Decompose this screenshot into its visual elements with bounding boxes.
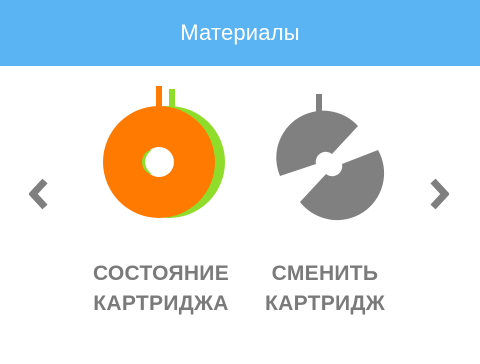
chevron-right-icon	[430, 178, 449, 210]
cartridge-status-label-line1: СОСТОЯНИЕ	[92, 262, 230, 285]
change-cartridge-label-line1: СМЕНИТЬ	[271, 262, 379, 285]
header-bar: Материалы	[0, 0, 480, 66]
cartridge-status-icon	[103, 86, 225, 218]
cartridge-status-label-line2: КАРТРИДЖА	[93, 292, 229, 315]
prev-page-button[interactable]	[26, 168, 52, 220]
page-title: Материалы	[180, 20, 300, 45]
chevron-left-icon	[29, 178, 48, 210]
change-cartridge-label: СМЕНИТЬ КАРТРИДЖ	[230, 259, 420, 319]
next-page-button[interactable]	[426, 168, 452, 220]
cartridge-status-tile[interactable]: СОСТОЯНИЕ КАРТРИДЖА	[86, 84, 236, 315]
change-cartridge-tile[interactable]: СМЕНИТЬ КАРТРИДЖ	[250, 84, 400, 315]
cartridge-swap-icon	[276, 94, 385, 221]
cartridge-status-label: СОСТОЯНИЕ КАРТРИДЖА	[66, 259, 256, 319]
change-cartridge-label-line2: КАРТРИДЖ	[265, 292, 385, 315]
